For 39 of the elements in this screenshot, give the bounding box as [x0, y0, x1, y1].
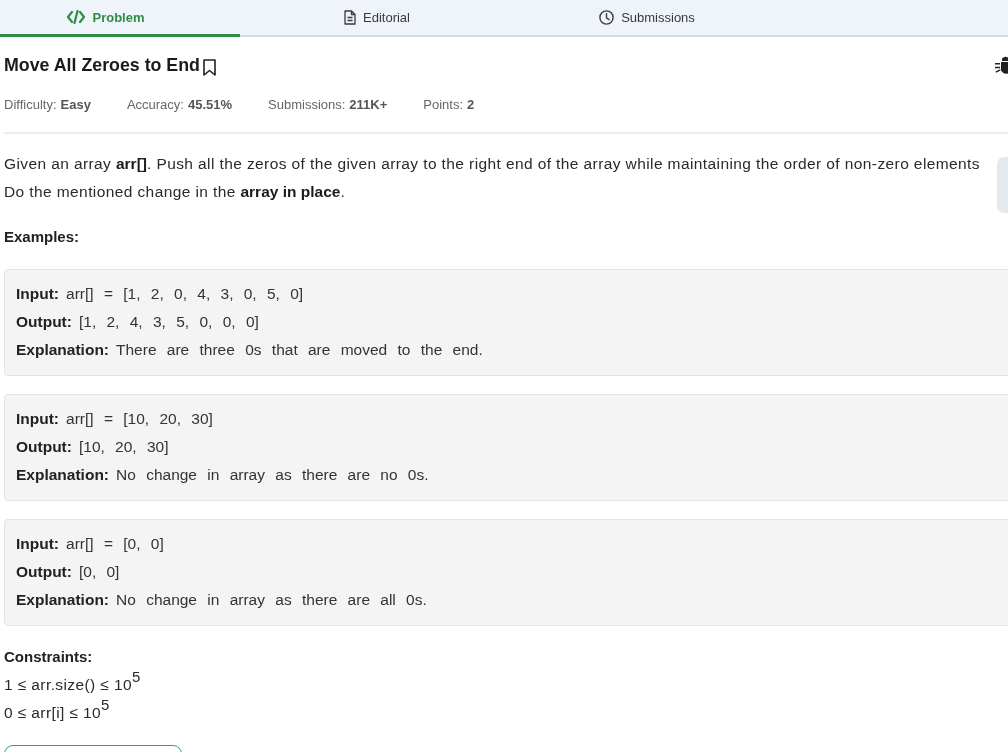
- example-label: Input:: [16, 409, 60, 429]
- example-value: [1, 2, 4, 3, 5, 0, 0, 0]: [78, 312, 259, 332]
- examples-heading: Examples:: [4, 227, 81, 247]
- meta-value: 45.51%: [187, 96, 233, 114]
- bookmark-icon[interactable]: [202, 59, 216, 76]
- meta-label: Points:: [423, 96, 464, 114]
- bug-icon[interactable]: [995, 56, 1008, 74]
- example-value: No change in array as there are no 0s.: [116, 465, 429, 485]
- clock-icon: [599, 9, 615, 25]
- example-label: Output:: [16, 312, 72, 332]
- tab[interactable]: Editorial: [240, 0, 514, 37]
- example-value: [10, 20, 30]: [78, 437, 169, 457]
- meta-value: Easy: [60, 96, 91, 114]
- code-icon: [67, 10, 86, 24]
- example-value: arr[] = [10, 20, 30]: [66, 409, 213, 429]
- problem-title: Move All Zeroes to End: [4, 54, 200, 76]
- example-label: Output:: [16, 562, 72, 582]
- meta-value: 211K+: [349, 96, 388, 114]
- example-value: arr[] = [0, 0]: [66, 534, 164, 554]
- example-value: [0, 0]: [78, 562, 120, 582]
- meta-label: Accuracy:: [126, 96, 184, 114]
- example-value: No change in array as there are all 0s.: [116, 590, 427, 610]
- example-label: Explanation:: [16, 465, 109, 485]
- example-label: Explanation:: [16, 340, 109, 360]
- meta-label: Submissions:: [268, 96, 346, 114]
- example-value: arr[] = [1, 2, 0, 4, 3, 0, 5, 0]: [66, 284, 304, 304]
- meta-label: Difficulty:: [4, 96, 57, 114]
- document-icon: [344, 9, 356, 25]
- tab[interactable]: Submissions: [514, 0, 780, 37]
- example-value: There are three 0s that are moved to the end.: [116, 340, 483, 360]
- constraints-heading: Constraints:: [4, 647, 94, 667]
- description-text: Given an array arr[]. Push all the zeros of the given array to the right end of the array while maintaining the order of non-zero elements: [4, 154, 981, 174]
- meta-value: 2: [467, 96, 475, 114]
- description-text: Do the mentioned change in the array in place.: [4, 182, 347, 202]
- example-label: Input:: [16, 534, 60, 554]
- tab[interactable]: Problem: [0, 0, 240, 37]
- example-label: Explanation:: [16, 590, 109, 610]
- example-label: Output:: [16, 437, 72, 457]
- example-label: Input:: [16, 284, 60, 304]
